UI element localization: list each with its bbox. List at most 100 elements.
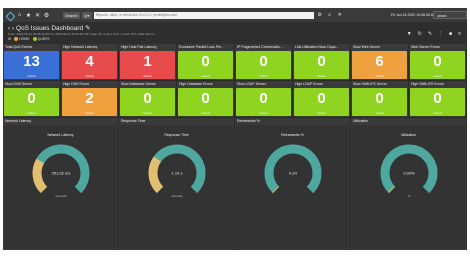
stat-panel[interactable]: High SMB-IFS Errors 0 Count — [409, 81, 466, 117]
stat-panel[interactable]: Slow SMB-IFS Server 0 Count — [351, 81, 408, 117]
clock-display: Fri Jun 24 2022 10:46:30 AM — [391, 13, 436, 17]
stat-tile[interactable]: 0 Count — [178, 51, 233, 79]
settings-icon[interactable]: ⚙ — [8, 37, 11, 41]
global-search-input[interactable] — [93, 11, 314, 19]
stat-value: 0 — [317, 53, 326, 70]
refresh-icon[interactable]: ↻ — [418, 31, 422, 37]
gauge-chart: 0.09%% — [380, 144, 438, 198]
stat-count-label: Count — [375, 111, 384, 115]
gauge-filled-arc — [271, 186, 280, 194]
edit-icon[interactable]: ✎ — [428, 31, 432, 37]
search-icon[interactable]: ⌕ — [326, 12, 334, 19]
stat-tile[interactable]: 0 Count — [236, 51, 291, 79]
stat-panel-title: Slow SMB-IFS Server — [353, 82, 388, 86]
query-button[interactable]: Q▾ — [81, 11, 92, 19]
stat-value: 4 — [85, 53, 94, 70]
stat-panel-title: High SMB-IFS Errors — [411, 82, 444, 86]
stat-panel[interactable]: Slow DNS Server 0 Count — [3, 81, 60, 117]
gauge-panel[interactable]: Network Latency Network Latency 251.02 ms s… — [3, 118, 118, 250]
stat-panel[interactable]: Excessive Packet Loss Per ... 0 Count — [177, 44, 234, 80]
stat-panel[interactable]: High Network Latency 4 Count — [61, 44, 118, 80]
stat-value: 0 — [433, 90, 442, 107]
gauge-panel[interactable]: Retransmits % Retransmits % 0.24 — [235, 118, 350, 250]
edit-title-icon[interactable]: ✎ — [85, 25, 90, 32]
stat-value: 2 — [85, 90, 94, 107]
star-icon[interactable]: ★ — [24, 8, 33, 22]
gauge-chart: 251.02 ms seconds — [32, 144, 90, 198]
gauge-chart: 1.14 s seconds — [148, 144, 206, 198]
search-scope-select[interactable]: Search — [63, 11, 80, 19]
stat-panel[interactable]: Total QoS Events 13 Count — [3, 44, 60, 80]
gauge-panel[interactable]: Utilization Utilization 0.09%% — [351, 118, 466, 250]
stat-tile[interactable]: 1 Count — [120, 51, 175, 79]
stat-value: 0 — [143, 90, 152, 107]
gauge-title: Response Time — [164, 133, 189, 137]
home-icon[interactable]: ⌂ — [15, 8, 24, 22]
stat-tile[interactable]: 0 Count — [236, 88, 291, 116]
stat-panel[interactable]: High LDAP Errors 0 Count — [293, 81, 350, 117]
stat-tile[interactable]: 4 Count — [62, 51, 117, 79]
stat-tile[interactable]: 0 Count — [178, 88, 233, 116]
dashboard-header: ‹ › QoS Issues Dashboard ✎ From: 2022-06… — [3, 22, 467, 44]
stat-tile[interactable]: 0 Count — [410, 51, 465, 79]
menu-icon[interactable]: ≡ — [458, 31, 461, 37]
stat-panel[interactable]: Link Utilization Near Capa... 0 Count — [293, 44, 350, 80]
gauge-remaining-arc — [36, 144, 90, 194]
stat-panel-title: High Host Pair Latency — [121, 45, 157, 49]
stat-tile[interactable]: 0 Count — [294, 88, 349, 116]
gauge-area: Response Time 1.14 s seconds — [120, 125, 233, 249]
settings-gear-icon[interactable]: ⚙ — [316, 12, 324, 19]
stat-value: 0 — [259, 90, 268, 107]
stat-panel-title: Slow Web Server — [353, 45, 380, 49]
stat-panel-title: Excessive Packet Loss Per ... — [179, 45, 226, 49]
more-icon[interactable]: ⋮ — [438, 31, 443, 37]
user-menu-button[interactable]: ADMIN DASHBOARD — [433, 11, 467, 26]
logo-icon[interactable] — [6, 12, 13, 19]
stat-count-label: Count — [85, 74, 94, 78]
back-icon[interactable]: ‹ › — [8, 25, 14, 32]
gauge-panel-title: Retransmits % — [237, 119, 260, 123]
settings-icon[interactable]: ⚙ — [42, 8, 51, 22]
stat-panel[interactable]: Slow LDAP Server 0 Count — [235, 81, 292, 117]
stat-panel[interactable]: Slow Web Server 6 Count — [351, 44, 408, 80]
stat-panel[interactable]: High Host Pair Latency 1 Count — [119, 44, 176, 80]
stat-panel-title: Web Server Errors — [411, 45, 440, 49]
stat-count-label: Count — [143, 74, 152, 78]
breadcrumb-query[interactable]: QUERY — [32, 37, 50, 42]
gauge-area: Network Latency 251.02 ms seconds — [4, 125, 117, 249]
gauge-panel-title: Response Time — [121, 119, 146, 123]
stat-count-label: Count — [85, 111, 94, 115]
stat-panel[interactable]: High DNS Errors 2 Count — [61, 81, 118, 117]
stat-tile[interactable]: 13 Count — [4, 51, 59, 79]
browser-viewport: ⌂ ★ ✕ ⚙ Search Q▾ ⚙ ⌕ ✕ Fri Jun 24 2022 … — [3, 8, 467, 250]
stat-count-label: Count — [201, 111, 210, 115]
tools-icon[interactable]: ✕ — [33, 8, 42, 22]
breadcrumb-home[interactable]: HOME — [14, 37, 30, 42]
stat-value: 0 — [433, 53, 442, 70]
gauge-panel[interactable]: Response Time Response Time 1.14 s seconds — [119, 118, 234, 250]
gauge-unit: % — [408, 194, 411, 198]
stat-tile[interactable]: 0 Count — [4, 88, 59, 116]
stat-panel[interactable]: High Database Errors 0 Count — [177, 81, 234, 117]
stat-panel-title: IP Fragmented Conversatio... — [237, 45, 283, 49]
stat-count-label: Count — [27, 74, 36, 78]
stat-tile[interactable]: 0 Count — [410, 88, 465, 116]
stat-tile[interactable]: 0 Count — [294, 51, 349, 79]
clear-icon[interactable]: ✕ — [336, 12, 344, 19]
gauge-panel-title: Utilization — [353, 119, 369, 123]
gauge-value: 1.14 s — [172, 171, 183, 176]
gauge-unit: seconds — [55, 194, 67, 198]
stat-tile[interactable]: 0 Count — [120, 88, 175, 116]
fullscreen-icon[interactable]: ■ — [449, 31, 452, 37]
stat-panel[interactable]: Web Server Errors 0 Count — [409, 44, 466, 80]
filter-icon[interactable]: ▼ — [407, 31, 412, 37]
page-title: ‹ › QoS Issues Dashboard ✎ — [8, 25, 91, 32]
stat-panel[interactable]: Slow Database Server 0 Count — [119, 81, 176, 117]
stat-value: 0 — [201, 53, 210, 70]
stat-tile[interactable]: 6 Count — [352, 51, 407, 79]
stat-value: 0 — [27, 90, 36, 107]
stat-tile[interactable]: 0 Count — [352, 88, 407, 116]
stat-count-label: Count — [201, 74, 210, 78]
stat-tile[interactable]: 2 Count — [62, 88, 117, 116]
stat-panel[interactable]: IP Fragmented Conversatio... 0 Count — [235, 44, 292, 80]
